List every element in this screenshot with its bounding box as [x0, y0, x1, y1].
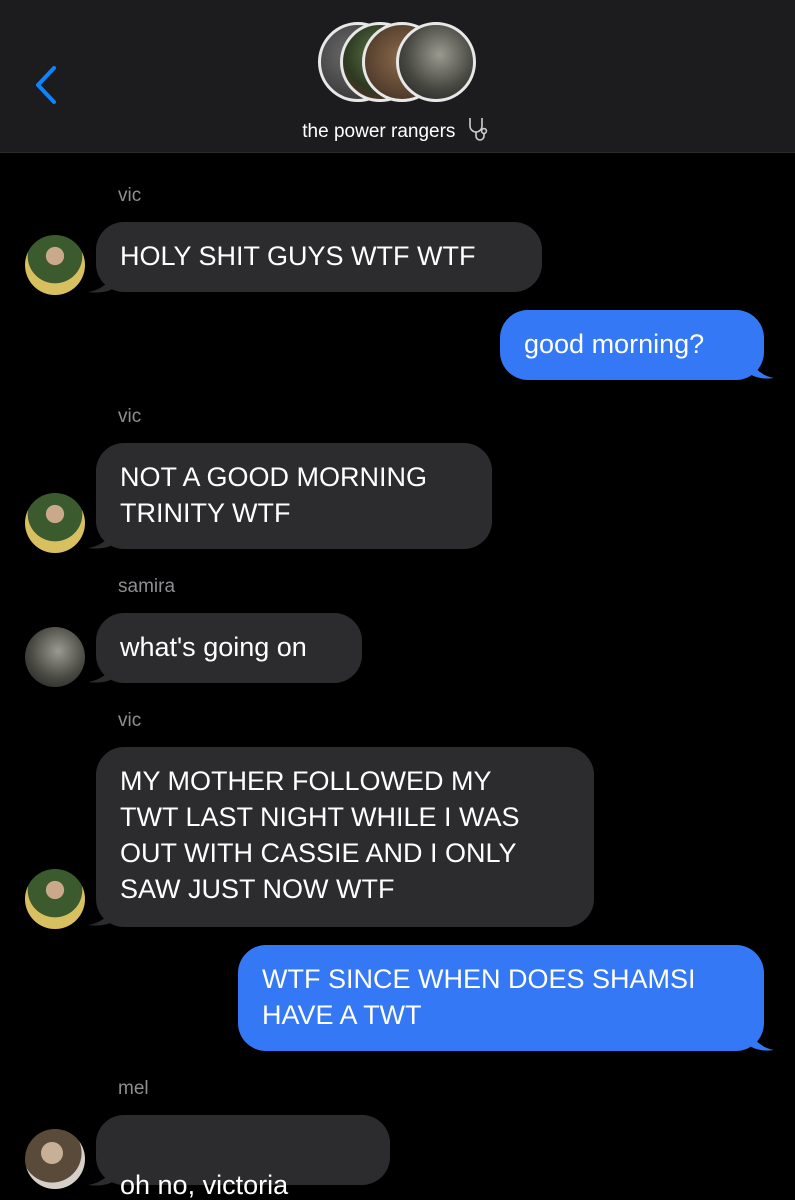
message-bubble[interactable]: oh no, victoria 😭 — [96, 1115, 390, 1200]
conversation-header: the power rangers — [0, 0, 795, 153]
avatar[interactable] — [25, 493, 85, 553]
chevron-left-icon — [36, 66, 56, 104]
group-title[interactable]: the power rangers — [0, 116, 795, 148]
group-avatar-stack[interactable] — [318, 22, 478, 104]
sender-name: mel — [118, 1078, 149, 1099]
back-button[interactable] — [28, 62, 68, 108]
sender-name: vic — [118, 710, 142, 731]
message-text: oh no, victoria — [120, 1170, 289, 1200]
avatar[interactable] — [25, 1129, 85, 1189]
avatar[interactable] — [25, 627, 85, 687]
stethoscope-icon — [465, 116, 493, 148]
sender-name: samira — [118, 576, 176, 597]
message-bubble[interactable]: NOT A GOOD MORNING TRINITY WTF — [96, 443, 492, 549]
sender-name: vic — [118, 406, 142, 427]
message-bubble[interactable]: MY MOTHER FOLLOWED MY TWT LAST NIGHT WHI… — [96, 747, 594, 927]
group-name: the power rangers — [302, 121, 456, 143]
sender-name: vic — [118, 185, 142, 206]
message-bubble[interactable]: good morning? — [500, 310, 764, 380]
message-bubble[interactable]: HOLY SHIT GUYS WTF WTF — [96, 222, 542, 292]
message-bubble[interactable]: WTF SINCE WHEN DOES SHAMSI HAVE A TWT — [238, 945, 764, 1051]
avatar[interactable] — [25, 235, 85, 295]
avatar[interactable] — [25, 869, 85, 929]
message-bubble[interactable]: what's going on — [96, 613, 362, 683]
group-avatar — [396, 22, 476, 102]
